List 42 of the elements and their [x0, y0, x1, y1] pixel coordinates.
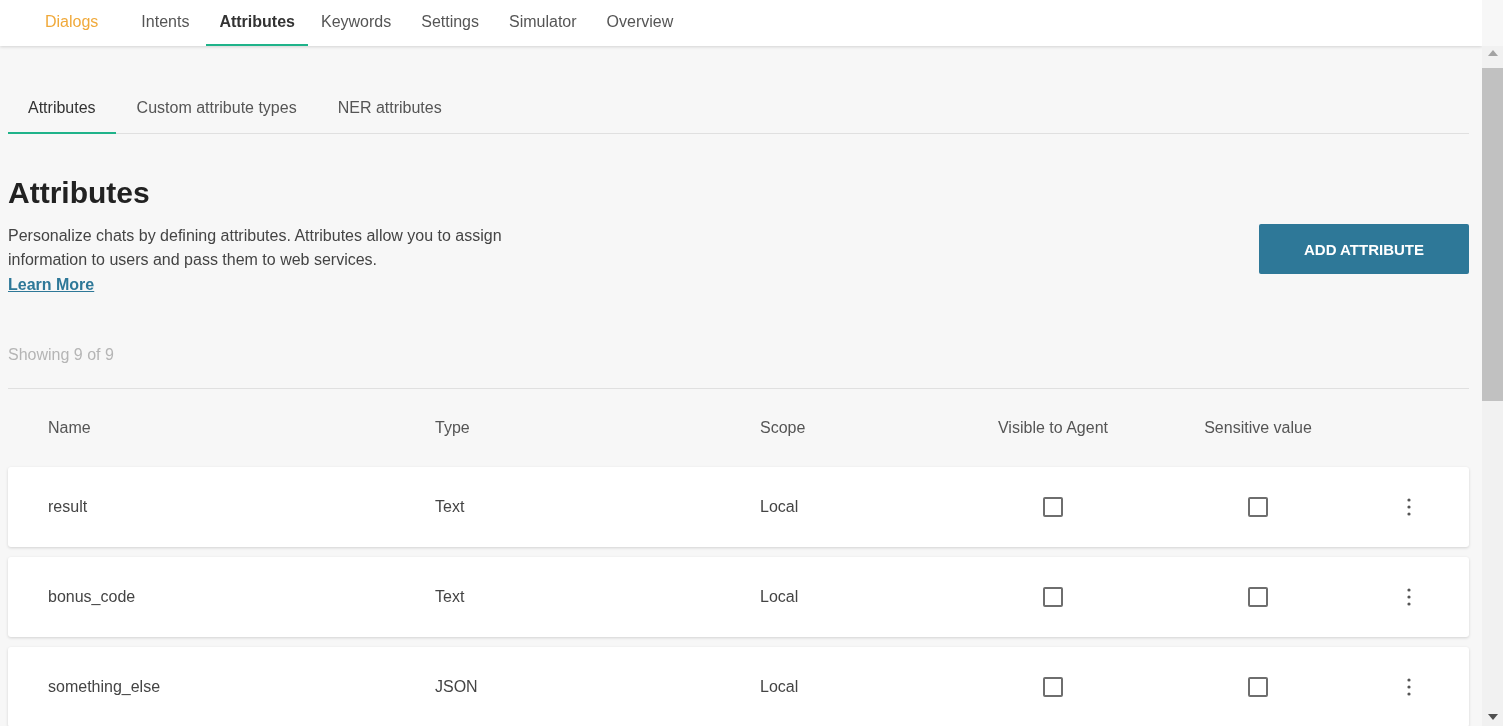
learn-more-link[interactable]: Learn More	[8, 272, 95, 298]
attribute-row[interactable]: result Text Local	[8, 467, 1469, 547]
checkbox[interactable]	[1043, 677, 1063, 697]
more-options-icon[interactable]	[1406, 498, 1411, 516]
table-cell: JSON	[435, 678, 478, 696]
nav-tab[interactable]: Keywords	[307, 0, 405, 46]
nav-tab[interactable]: Simulator	[496, 0, 590, 46]
add-attribute-button[interactable]: ADD ATTRIBUTE	[1259, 224, 1469, 274]
column-header: Scope	[760, 419, 807, 437]
attribute-row[interactable]: bonus_code Text Local	[8, 557, 1469, 637]
table-cell: Local	[760, 588, 799, 606]
nav-tab[interactable]: Attributes	[206, 0, 308, 46]
page-title: Attributes	[8, 176, 151, 210]
table-cell: bonus_code	[48, 588, 136, 606]
column-header: Visible to Agent	[998, 419, 1108, 437]
checkbox[interactable]	[1043, 587, 1063, 607]
table-cell: result	[48, 498, 88, 516]
table-cell: Local	[760, 678, 799, 696]
column-header: Name	[48, 419, 92, 437]
attribute-row[interactable]: something_else JSON Local	[8, 647, 1469, 726]
scroll-down-icon[interactable]	[1487, 714, 1498, 720]
column-header: Type	[435, 419, 471, 437]
checkbox[interactable]	[1248, 497, 1268, 517]
scrollbar-thumb[interactable]	[1482, 68, 1503, 401]
description-text: Personalize chats by defining attributes. Attributes allow you to assign information to users and pass them to web services.	[8, 226, 503, 270]
nav-tab[interactable]: Settings	[408, 0, 492, 46]
table-cell: Local	[760, 498, 799, 516]
result-count: Showing 9 of 9	[8, 346, 115, 364]
sub-tab[interactable]: Attributes	[8, 90, 116, 134]
table-cell: Text	[435, 588, 465, 606]
nav-tab[interactable]: Overview	[593, 0, 687, 46]
sub-tab[interactable]: NER attributes	[317, 90, 462, 134]
column-header: Sensitive value	[1204, 419, 1312, 437]
table-cell: Text	[435, 498, 465, 516]
checkbox[interactable]	[1248, 677, 1268, 697]
more-options-icon[interactable]	[1406, 588, 1411, 606]
checkbox[interactable]	[1043, 497, 1063, 517]
table-cell: something_else	[48, 678, 161, 696]
nav-tab[interactable]: Intents	[128, 0, 203, 46]
more-options-icon[interactable]	[1406, 678, 1411, 696]
checkbox[interactable]	[1248, 587, 1268, 607]
sub-tab[interactable]: Custom attribute types	[116, 90, 317, 134]
